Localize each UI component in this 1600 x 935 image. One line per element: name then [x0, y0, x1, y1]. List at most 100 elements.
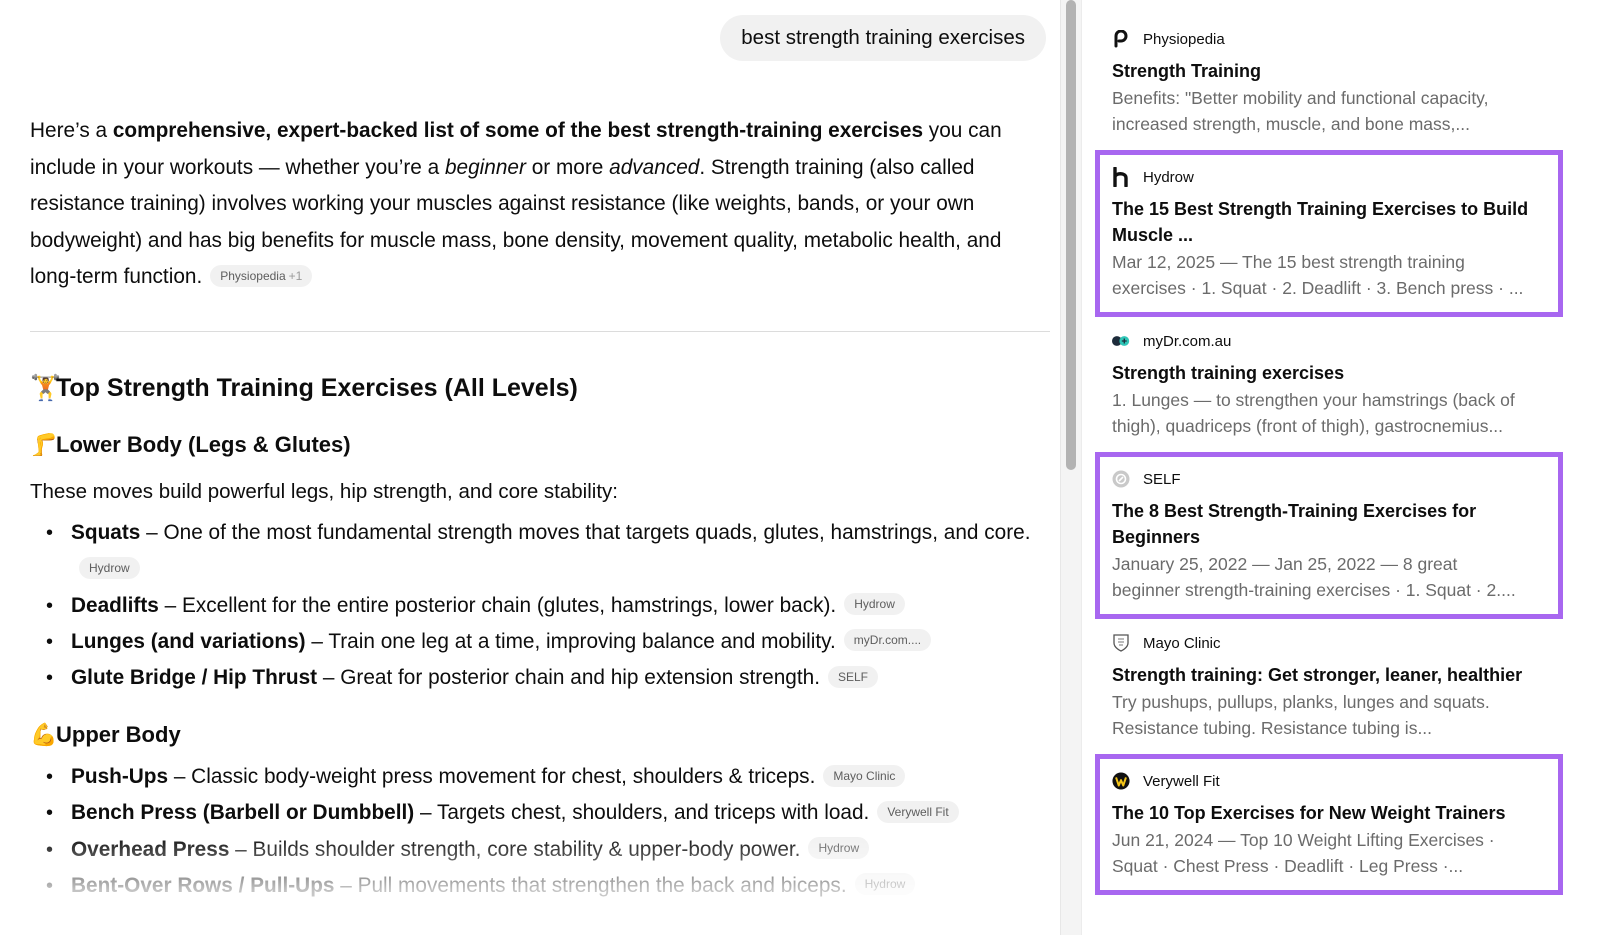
- citation-chip[interactable]: Hydrow: [854, 873, 916, 896]
- upper-body-heading: 💪Upper Body: [30, 720, 181, 750]
- source-snippet: January 25, 2022 — Jan 25, 2022 — 8 grea…: [1112, 554, 1458, 574]
- list-item: Deadlifts – Excellent for the entire pos…: [30, 588, 1040, 624]
- source-title[interactable]: The 8 Best Strength-Training Exercises f…: [1112, 498, 1558, 550]
- exercise-desc: – Train one leg at a time, improving bal…: [305, 629, 836, 653]
- source-title[interactable]: Strength training exercises: [1112, 360, 1558, 386]
- citation-chip[interactable]: myDr.com....: [843, 629, 932, 652]
- exercise-name: Squats: [71, 521, 141, 544]
- assistant-answer: Here’s a comprehensive, expert-backed li…: [30, 113, 1050, 904]
- weightlifter-icon: 🏋️: [30, 374, 62, 402]
- source-header: Physiopedia: [1112, 28, 1558, 50]
- source-snippet: exercises · 1. Squat · 2. Deadlift · 3. …: [1112, 277, 1524, 298]
- source-card-verywell-fit[interactable]: Verywell Fit The 10 Top Exercises for Ne…: [1095, 754, 1563, 895]
- source-site-name: myDr.com.au: [1143, 332, 1232, 350]
- exercise-desc: – Excellent for the entire posterior cha…: [158, 593, 837, 617]
- exercise-desc: – Targets chest, shoulders, and triceps …: [414, 801, 870, 825]
- source-card-hydrow[interactable]: Hydrow The 15 Best Strength Training Exe…: [1095, 150, 1563, 317]
- upper-body-heading-text: Upper Body: [56, 722, 181, 747]
- exercise-name: Glute Bridge / Hip Thrust: [71, 666, 318, 690]
- exercise-desc: – Builds shoulder strength, core stabili…: [229, 837, 801, 861]
- exercise-name: Push-Ups: [71, 765, 169, 788]
- section-divider: [30, 331, 1050, 332]
- source-card-mayo-clinic[interactable]: Mayo Clinic Strength training: Get stron…: [1100, 632, 1558, 744]
- source-header: Verywell Fit: [1112, 770, 1558, 792]
- lower-body-intro: These moves build powerful legs, hip str…: [30, 480, 618, 503]
- source-site-name: Physiopedia: [1143, 30, 1225, 48]
- exercise-name: Bench Press (Barbell or Dumbbell): [71, 801, 415, 825]
- source-card-mydr[interactable]: myDr.com.au Strength training exercises …: [1100, 330, 1558, 442]
- list-item: Overhead Press – Builds shoulder strengt…: [30, 832, 1040, 868]
- list-item: Push-Ups – Classic body-weight press mov…: [30, 759, 1040, 796]
- user-query-bubble: best strength training exercises: [720, 15, 1046, 61]
- source-title[interactable]: The 10 Top Exercises for New Weight Trai…: [1112, 800, 1558, 826]
- source-header: SELF: [1112, 468, 1558, 490]
- scrollbar-thumb[interactable]: [1066, 0, 1076, 470]
- exercise-desc: – Pull movements that strengthen the bac…: [334, 873, 847, 897]
- source-site-name: Hydrow: [1143, 168, 1194, 186]
- source-snippet: Resistance tubing. Resistance tubing is.…: [1112, 717, 1433, 738]
- intro-paragraph: Here’s a comprehensive, expert-backed li…: [30, 113, 1050, 296]
- source-card-self[interactable]: SELF The 8 Best Strength-Training Exerci…: [1095, 452, 1563, 619]
- source-snippet: thigh), quadriceps (front of thigh), gas…: [1112, 415, 1504, 436]
- sources-panel: Physiopedia Strength Training Benefits: …: [1081, 0, 1600, 935]
- exercise-desc: – Classic body-weight press movement for…: [168, 765, 816, 788]
- exercise-name: Lunges (and variations): [71, 629, 306, 653]
- source-snippet: 1. Lunges — to strengthen your hamstring…: [1112, 390, 1515, 410]
- lower-body-heading-text: Lower Body (Legs & Glutes): [56, 432, 351, 457]
- list-item: Bench Press (Barbell or Dumbbell) – Targ…: [30, 795, 1040, 832]
- intro-text: or more: [525, 155, 610, 179]
- source-title[interactable]: Strength Training: [1112, 58, 1558, 84]
- intro-italic: advanced: [609, 155, 700, 179]
- source-header: myDr.com.au: [1112, 330, 1558, 352]
- exercise-name: Bent-Over Rows / Pull-Ups: [71, 873, 335, 897]
- citation-chip-label: Physiopedia: [220, 268, 286, 283]
- mayo-clinic-logo-icon: [1112, 634, 1130, 652]
- source-site-name: Mayo Clinic: [1143, 634, 1221, 652]
- citation-chip[interactable]: Verywell Fit: [877, 800, 959, 823]
- verywell-fit-logo-icon: [1112, 772, 1130, 790]
- intro-italic: beginner: [444, 155, 526, 179]
- section-heading-text: Top Strength Training Exercises (All Lev…: [56, 374, 578, 402]
- source-snippet: Mar 12, 2025 — The 15 best strength trai…: [1112, 252, 1465, 272]
- source-card-physiopedia[interactable]: Physiopedia Strength Training Benefits: …: [1100, 28, 1558, 144]
- hydrow-logo-icon: [1112, 167, 1130, 187]
- intro-bold: comprehensive, expert-backed list of som…: [112, 119, 924, 142]
- source-header: Hydrow: [1112, 166, 1558, 188]
- source-snippet: Benefits: "Better mobility and functiona…: [1112, 88, 1489, 108]
- exercise-name: Overhead Press: [71, 837, 230, 861]
- source-snippet: Try pushups, pullups, planks, lunges and…: [1112, 692, 1490, 712]
- list-item: Bent-Over Rows / Pull-Ups – Pull movemen…: [30, 868, 1040, 904]
- list-item: Glute Bridge / Hip Thrust – Great for po…: [30, 660, 1040, 697]
- leg-icon: 🦵: [30, 432, 58, 457]
- source-snippet: beginner strength-training exercises · 1…: [1112, 579, 1516, 600]
- upper-body-list: Push-Ups – Classic body-weight press mov…: [30, 759, 1040, 904]
- scrollbar[interactable]: [1060, 0, 1081, 935]
- chat-panel: best strength training exercises Here’s …: [0, 0, 1081, 935]
- citation-chip[interactable]: Hydrow: [844, 593, 905, 616]
- source-title[interactable]: Strength training: Get stronger, leaner,…: [1112, 662, 1558, 688]
- citation-chip[interactable]: Mayo Clinic: [823, 764, 906, 787]
- source-title[interactable]: The 15 Best Strength Training Exercises …: [1112, 196, 1558, 248]
- list-item: Squats – One of the most fundamental str…: [30, 515, 1040, 588]
- source-header: Mayo Clinic: [1112, 632, 1558, 654]
- source-snippet: increased strength, muscle, and bone mas…: [1112, 113, 1470, 134]
- list-item: Lunges (and variations) – Train one leg …: [30, 624, 1040, 660]
- section-heading: 🏋️Top Strength Training Exercises (All L…: [30, 372, 578, 404]
- source-snippet: Squat · Chest Press · Deadlift · Leg Pre…: [1112, 855, 1464, 876]
- citation-chip[interactable]: Hydrow: [79, 556, 140, 579]
- self-logo-icon: [1112, 470, 1130, 488]
- exercise-name: Deadlifts: [71, 593, 159, 617]
- lower-body-list: Squats – One of the most fundamental str…: [30, 515, 1040, 697]
- citation-chip[interactable]: Physiopedia +1: [210, 264, 313, 287]
- citation-chip[interactable]: SELF: [828, 665, 879, 688]
- flexed-biceps-icon: 💪: [30, 722, 58, 747]
- physiopedia-logo-icon: [1112, 30, 1130, 48]
- mydr-logo-icon: [1112, 332, 1130, 350]
- intro-text: Here’s a: [30, 119, 113, 142]
- lower-body-heading: 🦵Lower Body (Legs & Glutes): [30, 430, 351, 460]
- exercise-desc: – Great for posterior chain and hip exte…: [317, 666, 820, 690]
- exercise-desc: – One of the most fundamental strength m…: [140, 521, 1031, 544]
- citation-chip[interactable]: Hydrow: [808, 837, 870, 860]
- source-snippet: Jun 21, 2024 — Top 10 Weight Lifting Exe…: [1112, 830, 1495, 850]
- source-site-name: Verywell Fit: [1143, 772, 1220, 790]
